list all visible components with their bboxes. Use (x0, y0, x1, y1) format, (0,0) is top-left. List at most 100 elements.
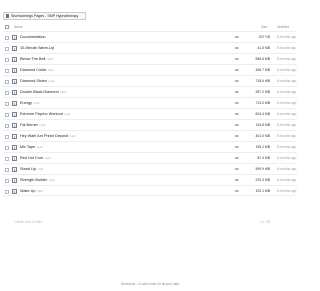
file-icon (12, 35, 17, 40)
folder-icon (6, 14, 9, 18)
row-checkbox[interactable] (5, 57, 9, 62)
file-row[interactable]: Diamond Stolen mp3 ••• 718.6 MB 8 months ago (3, 75, 297, 86)
row-checkbox[interactable] (5, 156, 9, 161)
file-name-text: Energy (20, 101, 33, 105)
file-name-text: 10-Minute Warm-Up (20, 46, 55, 50)
file-icon (12, 57, 17, 62)
file-row[interactable]: Energy mp3 ••• 713.0 MB 8 months ago (3, 97, 297, 108)
file-list-header: Name Size Modified (3, 24, 297, 30)
file-icon (12, 112, 17, 117)
more-actions-icon[interactable]: ••• (235, 164, 239, 174)
file-icon (12, 68, 17, 73)
row-checkbox[interactable] (5, 189, 9, 194)
file-list: Documentation ••• 507 KB 8 months ago 10-Min… (3, 31, 297, 196)
file-row[interactable]: Wake Up mp3 ••• 193.1 MB 8 months ago (3, 185, 297, 196)
file-row[interactable]: Hey Wait! Ant Phriar Deposit mp3 ••• 401.0 … (3, 130, 297, 141)
more-actions-icon[interactable]: ••• (235, 54, 239, 64)
file-name-text: Hey Wait! Ant Phriar Deposit (20, 134, 68, 138)
more-actions-icon[interactable]: ••• (235, 142, 239, 152)
file-icon (12, 123, 17, 128)
file-name-text: Fat Burner (20, 123, 38, 127)
file-row[interactable]: Fat Burner mp3 ••• 134.8 MB 8 months ago (3, 119, 297, 130)
file-icon (12, 79, 17, 84)
file-extension: mp3 (33, 101, 40, 105)
row-checkbox[interactable] (5, 112, 9, 117)
file-icon (12, 178, 17, 183)
more-actions-icon[interactable]: ••• (235, 131, 239, 141)
file-row[interactable]: Red Hot Core mp3 ••• 87.4 MB 8 months ago (3, 152, 297, 163)
file-icon (12, 156, 17, 161)
file-row[interactable]: Documentation ••• 507 KB 8 months ago (3, 31, 297, 42)
more-actions-icon[interactable]: ••• (235, 65, 239, 75)
file-row[interactable]: Strength Builder mp3 ••• 229.3 MB 8 months a… (3, 174, 297, 185)
summary-total-size: 4.1 GB (260, 220, 270, 224)
file-name-text: Mix Tape (20, 145, 36, 149)
more-actions-icon[interactable]: ••• (235, 87, 239, 97)
file-icon (12, 101, 17, 106)
more-actions-icon[interactable]: ••• (235, 175, 239, 185)
file-name-text: Red Hot Core (20, 156, 44, 160)
file-icon (12, 167, 17, 172)
select-all-checkbox[interactable] (5, 25, 9, 29)
file-extension: mp3 (64, 112, 71, 116)
name-column-header[interactable]: Name (14, 24, 23, 30)
more-actions-icon[interactable]: ••• (235, 76, 239, 86)
file-extension: mp3 (44, 156, 51, 160)
more-actions-icon[interactable]: ••• (235, 153, 239, 163)
modified-column-header[interactable]: Modified (277, 24, 289, 30)
file-row[interactable]: 10-Minute Warm-Up ••• 41.3 MB 8 months ago (3, 42, 297, 53)
row-checkbox[interactable] (5, 68, 9, 73)
file-name-text: Documentation (20, 35, 46, 39)
more-actions-icon[interactable]: ••• (235, 43, 239, 53)
row-checkbox[interactable] (5, 79, 9, 84)
file-name-text: Stand Up (20, 167, 36, 171)
file-name-text: Wake Up (20, 189, 36, 193)
row-checkbox[interactable] (5, 178, 9, 183)
file-extension: mp3 (39, 123, 46, 127)
file-extension: mp3 (36, 189, 43, 193)
row-checkbox[interactable] (5, 167, 9, 172)
file-icon (12, 189, 17, 194)
file-name-text: Below The Belt (20, 57, 46, 61)
file-row[interactable]: Mix Tape mp3 ••• 195.2 MB 8 months ago (3, 141, 297, 152)
tab-title: Shortcomings Pages - SMP Hypnotherapy (11, 14, 79, 18)
file-extension: mp3 (37, 167, 44, 171)
file-extension: mp3 (60, 90, 66, 94)
file-row[interactable]: Double Black Diamond mp3 ••• 287.2 MB 8 mont… (3, 86, 297, 97)
breadcrumb-tab[interactable]: Shortcomings Pages - SMP Hypnotherapy (3, 12, 86, 20)
file-icon (12, 46, 17, 51)
file-extension: mp3 (47, 68, 54, 72)
file-icon (12, 90, 17, 95)
row-checkbox[interactable] (5, 46, 9, 51)
more-actions-icon[interactable]: ••• (235, 32, 239, 42)
file-icon (12, 134, 17, 139)
file-row[interactable]: Stand Up mp3 ••• 599.9 MB 8 months ago (3, 163, 297, 174)
file-row[interactable]: Below The Belt mp3 ••• 556.6 MB 8 months ago (3, 53, 297, 64)
more-actions-icon[interactable]: ••• (235, 98, 239, 108)
top-bar: Shortcomings Pages - SMP Hypnotherapy (0, 0, 300, 22)
file-extension: mp3 (48, 79, 55, 83)
file-extension: mp3 (46, 57, 53, 61)
row-checkbox[interactable] (5, 123, 9, 128)
row-checkbox[interactable] (5, 90, 9, 95)
size-column-header[interactable]: Size (261, 24, 267, 30)
file-name-text: Extreme Psycho Workout (20, 112, 63, 116)
more-actions-icon[interactable]: ••• (235, 186, 239, 196)
row-checkbox[interactable] (5, 145, 9, 150)
file-name[interactable]: Wake Up mp3 (20, 186, 43, 197)
file-icon (12, 145, 17, 150)
row-checkbox[interactable] (5, 134, 9, 139)
file-name-text: Double Black Diamond (20, 90, 59, 94)
row-checkbox[interactable] (5, 101, 9, 106)
more-actions-icon[interactable]: ••• (235, 120, 239, 130)
file-row[interactable]: Diamond Collar mp3 ••• 496.7 MB 8 months ago (3, 64, 297, 75)
file-name-text: Strength Builder (20, 178, 48, 182)
list-summary: 1 folder and 14 files 4.1 GB (3, 218, 297, 226)
file-modified: 8 months ago (277, 189, 297, 193)
row-checkbox[interactable] (5, 35, 9, 40)
file-row[interactable]: Extreme Psycho Workout mp3 ••• 604.4 MB 8 mo… (3, 108, 297, 119)
file-extension: mp3 (48, 178, 55, 182)
file-extension: mp3 (36, 145, 43, 149)
summary-count: 1 folder and 14 files (14, 220, 42, 224)
more-actions-icon[interactable]: ••• (235, 109, 239, 119)
